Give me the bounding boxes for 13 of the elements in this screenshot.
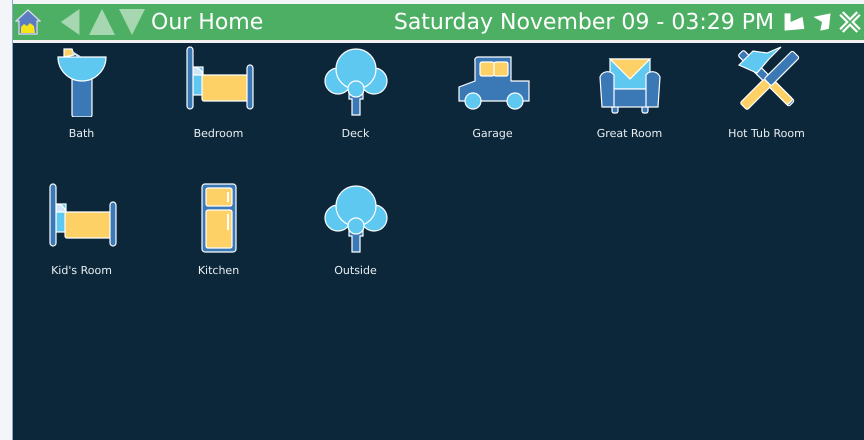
close-icon[interactable] [838,10,862,34]
date-time: Saturday November 09 - 03:29 PM [394,10,774,34]
room-label[interactable]: Kid's Room [51,264,112,277]
room-label[interactable]: Kitchen [198,264,240,277]
room-label[interactable]: Bedroom [194,127,244,140]
room-label[interactable]: Outside [334,264,377,277]
room-label[interactable]: Bath [68,127,94,140]
house-icon[interactable] [15,9,41,35]
room-label[interactable]: Deck [342,127,370,140]
home-title: Our Home [151,10,264,34]
room-label[interactable]: Garage [472,127,513,140]
room-label[interactable]: Hot Tub Room [728,127,805,140]
room-label[interactable]: Great Room [596,127,662,140]
